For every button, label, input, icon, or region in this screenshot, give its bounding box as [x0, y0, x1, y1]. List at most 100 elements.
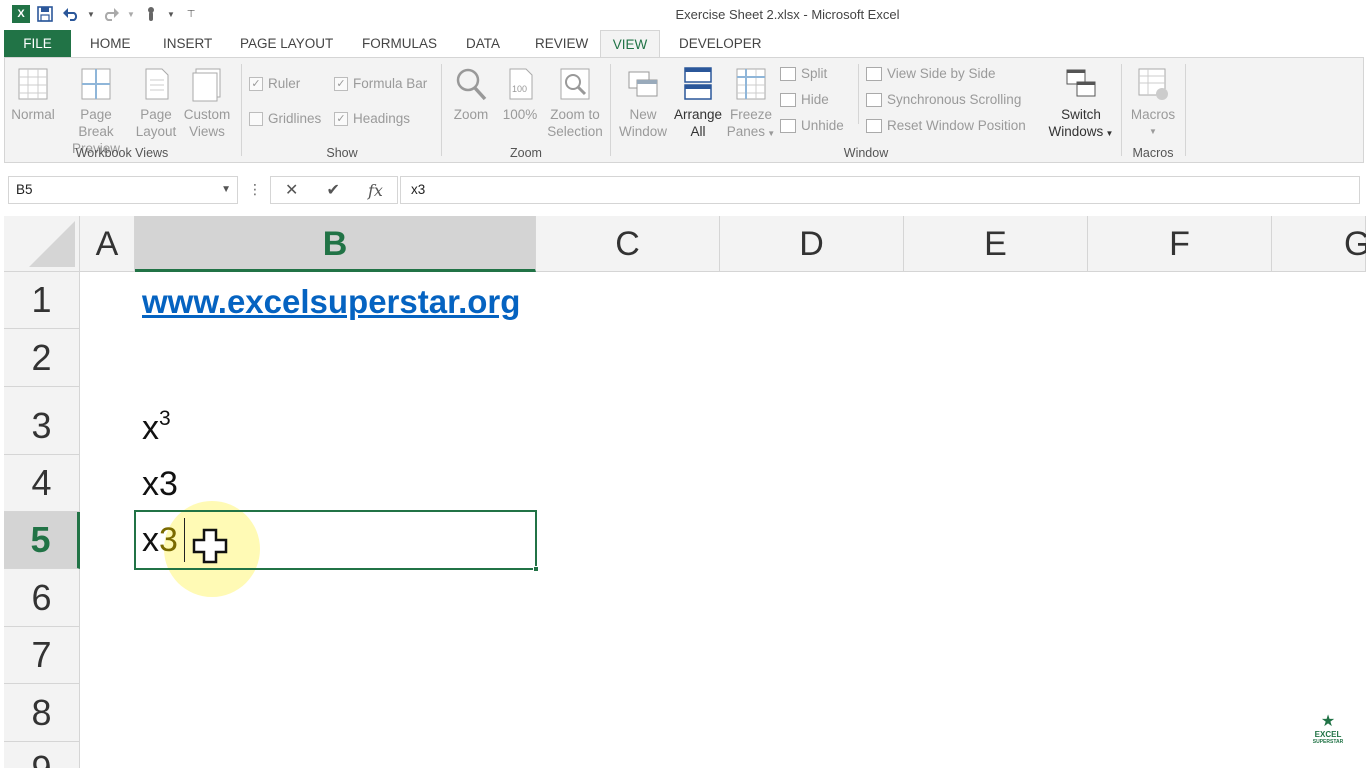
split-icon — [780, 66, 796, 81]
freeze-panes-button[interactable]: Freeze Panes ▼ — [726, 66, 776, 142]
reset-window-icon — [866, 118, 882, 133]
confirm-entry-icon[interactable]: ✔ — [327, 180, 340, 200]
title-bar: X ▼ ▼ ▼ ⊤ Exercise Sheet 2.xlsx - Micros… — [0, 0, 1366, 30]
group-label-zoom: Zoom — [510, 146, 542, 160]
ruler-checkbox[interactable]: ✓ Ruler — [249, 76, 300, 91]
column-header-e[interactable]: E — [904, 216, 1088, 272]
row-header-9[interactable]: 9 — [4, 742, 80, 768]
arrange-all-icon — [684, 67, 712, 100]
view-side-by-side-button[interactable]: View Side by Side — [866, 66, 996, 81]
zoom-100-icon: 100 — [509, 68, 533, 100]
page-layout-icon — [145, 68, 169, 100]
ribbon-separator — [610, 64, 611, 156]
side-by-side-icon — [866, 66, 882, 81]
cell-b5[interactable]: x3 — [142, 512, 178, 568]
row-header-4[interactable]: 4 — [4, 455, 80, 512]
new-window-button[interactable]: New Window — [616, 66, 670, 140]
insert-function-icon[interactable]: fx — [368, 181, 383, 200]
new-window-icon — [628, 71, 658, 97]
switch-windows-button[interactable]: Switch Windows ▼ — [1046, 66, 1116, 142]
formula-input[interactable]: x3 — [400, 176, 1360, 204]
formula-bar-resize-icon[interactable]: ⋮ — [248, 181, 262, 198]
star-icon: ★ — [1320, 713, 1336, 730]
row-header-8[interactable]: 8 — [4, 684, 80, 742]
synchronous-scrolling-button[interactable]: Synchronous Scrolling — [866, 92, 1021, 107]
column-header-d[interactable]: D — [720, 216, 904, 272]
cell-b5-selected-char: 3 — [159, 520, 178, 559]
freeze-panes-dropdown-icon: ▼ — [765, 129, 776, 138]
tab-developer[interactable]: DEVELOPER — [669, 30, 772, 57]
headings-check-icon: ✓ — [334, 111, 348, 126]
headings-checkbox[interactable]: ✓ Headings — [334, 111, 410, 126]
hyperlink[interactable]: www.excelsuperstar.org — [142, 283, 520, 321]
zoom-to-selection-button[interactable]: Zoom to Selection — [543, 66, 607, 140]
name-box-dropdown-icon[interactable]: ▼ — [221, 177, 231, 203]
normal-view-button[interactable]: Normal — [9, 66, 57, 123]
select-all-button[interactable] — [4, 216, 80, 272]
reset-window-position-button[interactable]: Reset Window Position — [866, 118, 1026, 133]
page-break-preview-button[interactable]: Page Break Preview — [61, 66, 131, 157]
worksheet-grid[interactable]: A B C D E F G 1 2 3 4 5 6 7 8 9 www.exce… — [4, 216, 1366, 768]
tab-data[interactable]: DATA — [456, 30, 510, 57]
column-header-f[interactable]: F — [1088, 216, 1272, 272]
tab-home[interactable]: HOME — [80, 30, 141, 57]
cell-b4[interactable]: x3 — [142, 456, 178, 512]
ribbon-separator — [1121, 64, 1122, 156]
cell-b3-superscript: 3 — [159, 407, 171, 430]
cancel-entry-icon[interactable]: ✕ — [285, 180, 298, 200]
ribbon-separator — [441, 64, 442, 156]
column-header-c[interactable]: C — [536, 216, 720, 272]
svg-text:100: 100 — [512, 84, 527, 94]
zoom-100-button[interactable]: 100 100% — [497, 66, 543, 123]
ribbon-separator — [241, 64, 242, 156]
split-button[interactable]: Split — [780, 66, 827, 81]
tab-page-layout[interactable]: PAGE LAYOUT — [230, 30, 343, 57]
group-window: New Window Arrange All Freeze Panes ▼ Sp… — [612, 58, 1120, 162]
column-header-b[interactable]: B — [135, 216, 536, 272]
row-header-6[interactable]: 6 — [4, 569, 80, 627]
ruler-check-icon: ✓ — [249, 76, 263, 91]
cell-b5-base: x — [142, 520, 159, 559]
fill-handle[interactable] — [533, 566, 539, 572]
switch-windows-icon — [1066, 69, 1096, 97]
switch-windows-dropdown-icon: ▼ — [1103, 129, 1114, 138]
tab-file[interactable]: FILE — [4, 30, 71, 57]
gridlines-checkbox[interactable]: Gridlines — [249, 111, 321, 126]
tab-formulas[interactable]: FORMULAS — [352, 30, 447, 57]
row-header-5[interactable]: 5 — [4, 512, 80, 569]
unhide-button[interactable]: Unhide — [780, 118, 844, 133]
tab-view[interactable]: VIEW — [600, 30, 660, 57]
column-header-a[interactable]: A — [80, 216, 135, 272]
group-workbook-views: Normal Page Break Preview Page Layout Cu… — [5, 58, 239, 162]
tab-insert[interactable]: INSERT — [153, 30, 222, 57]
tab-review[interactable]: REVIEW — [525, 30, 598, 57]
excel-superstar-logo: ★ EXCEL SUPERSTAR — [1308, 714, 1348, 748]
group-macros: Macros ▼ Macros — [1123, 58, 1183, 162]
row-header-2[interactable]: 2 — [4, 329, 80, 387]
unhide-icon — [780, 118, 796, 133]
formula-bar: B5 ▼ ⋮ ✕ ✔ fx x3 — [4, 174, 1364, 206]
formula-bar-checkbox[interactable]: ✓ Formula Bar — [334, 76, 427, 91]
name-box[interactable]: B5 ▼ — [8, 176, 238, 204]
arrange-all-button[interactable]: Arrange All — [672, 66, 724, 140]
column-header-g[interactable]: G — [1272, 216, 1366, 272]
row-header-3[interactable]: 3 — [4, 387, 80, 455]
row-header-7[interactable]: 7 — [4, 627, 80, 684]
page-layout-button[interactable]: Page Layout — [133, 66, 179, 140]
ribbon-separator — [858, 64, 859, 124]
hide-icon — [780, 92, 796, 107]
row-header-1[interactable]: 1 — [4, 272, 80, 329]
custom-views-button[interactable]: Custom Views — [181, 66, 233, 140]
formula-buttons: ✕ ✔ fx — [270, 176, 398, 204]
group-label-macros: Macros — [1132, 146, 1174, 160]
hide-button[interactable]: Hide — [780, 92, 829, 107]
cell-b1[interactable]: www.excelsuperstar.org — [142, 276, 520, 328]
macros-button[interactable]: Macros ▼ — [1127, 66, 1179, 140]
macros-dropdown-icon: ▼ — [1149, 127, 1157, 136]
name-box-value: B5 — [16, 182, 33, 197]
cell-b3[interactable]: x3 — [142, 394, 171, 450]
group-show: ✓ Ruler ✓ Formula Bar Gridlines ✓ Headings … — [243, 58, 441, 162]
group-zoom: Zoom 100 100% Zoom to Selection Zoom — [443, 58, 609, 162]
magnifier-icon — [456, 68, 487, 101]
zoom-button[interactable]: Zoom — [447, 66, 495, 123]
